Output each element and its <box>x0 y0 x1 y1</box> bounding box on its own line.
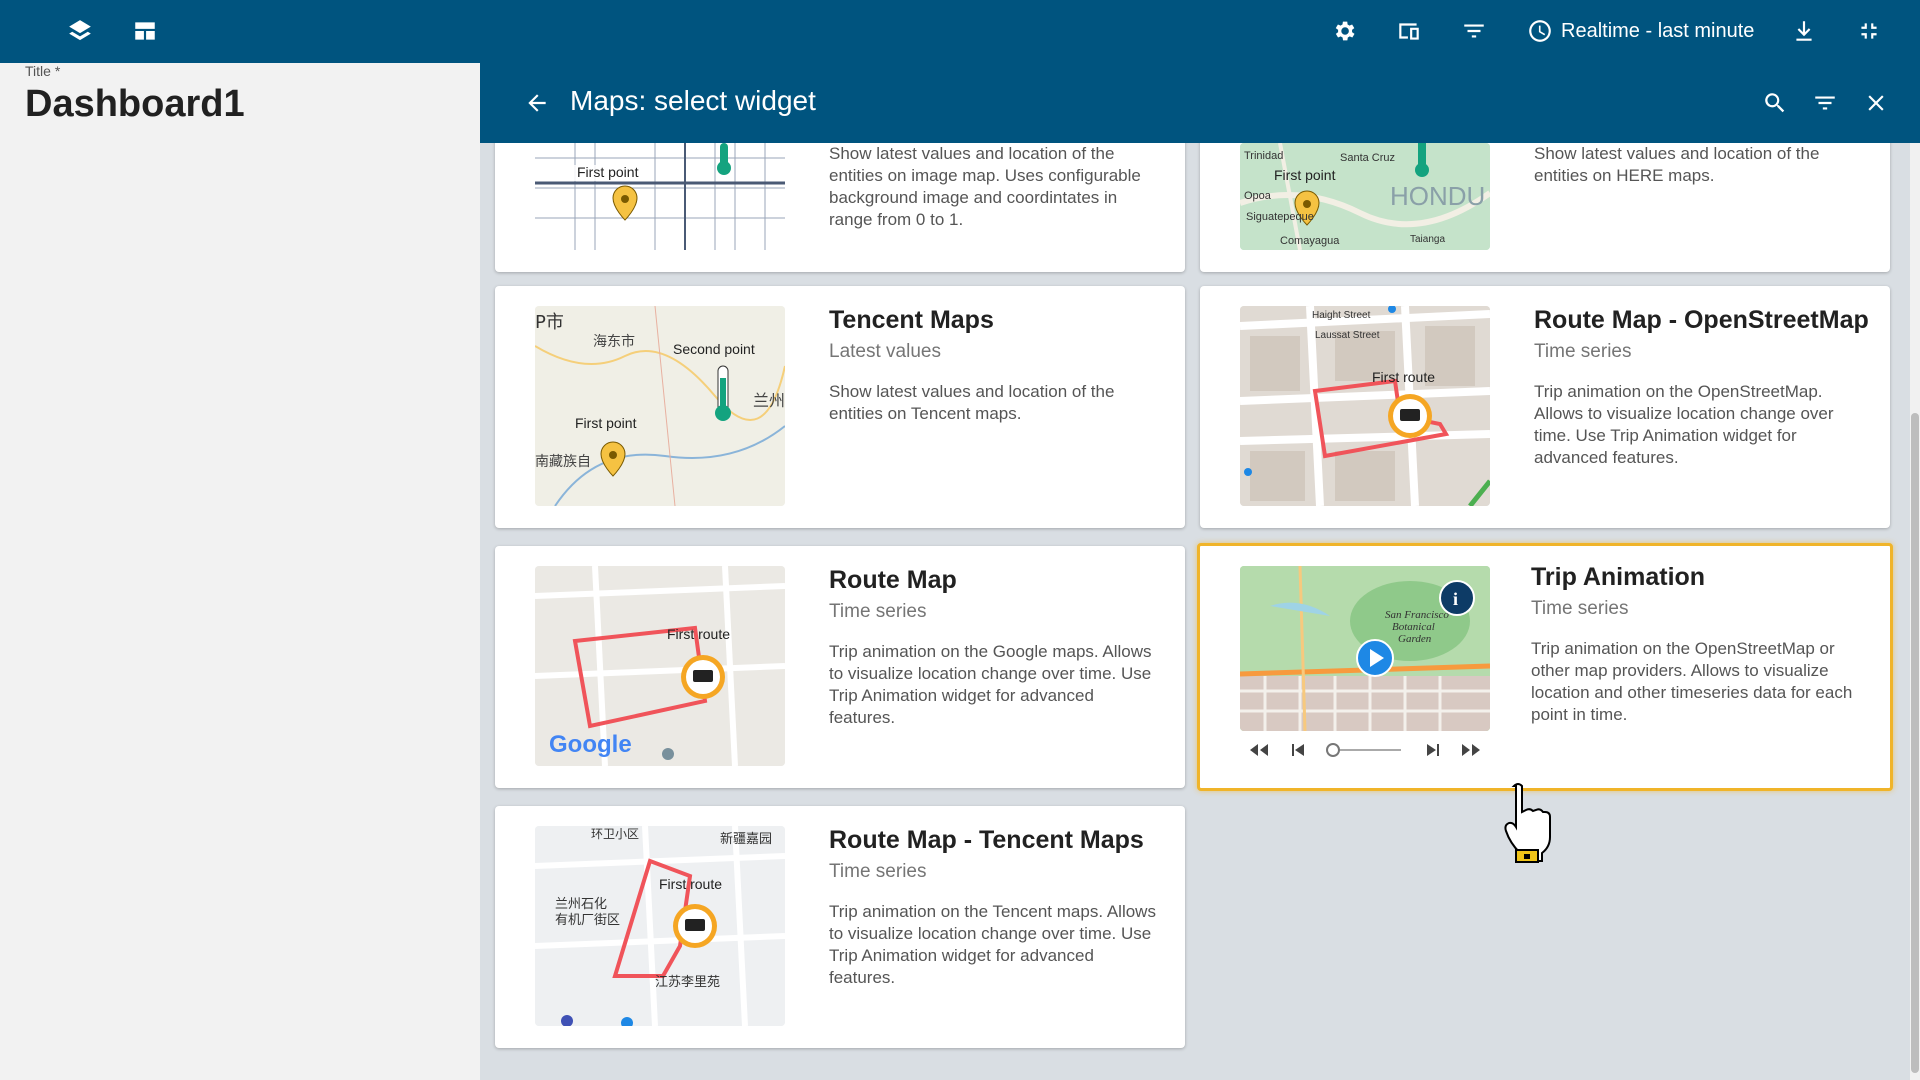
widget-card-route-map-tencent[interactable]: First route 环卫小区 新疆嘉园 兰州石化 有机厂街区 江苏李里苑 R… <box>495 806 1185 1048</box>
title-field-label: Title * <box>25 63 61 79</box>
download-icon[interactable] <box>1789 16 1819 46</box>
widget-type: Time series <box>829 861 927 882</box>
widget-card-here-maps[interactable]: First point HONDU Trinidad Santa Cruz Op… <box>1200 143 1890 272</box>
svg-text:First route: First route <box>667 626 730 642</box>
svg-text:Siguatepeque: Siguatepeque <box>1246 211 1314 223</box>
widget-type: Time series <box>1531 598 1629 619</box>
widget-thumbnail: First route Haight Street Laussat Street <box>1240 306 1490 506</box>
hand-cursor-icon <box>1504 783 1551 863</box>
svg-text:环卫小区: 环卫小区 <box>591 827 639 841</box>
svg-text:P市: P市 <box>535 312 564 333</box>
timewindow-label: Realtime - last minute <box>1561 19 1755 42</box>
widget-thumbnail: First point HONDU Trinidad Santa Cruz Op… <box>1240 143 1490 250</box>
widget-thumbnail: First point <box>535 143 785 250</box>
widget-description: Trip animation on the Google maps. Allow… <box>829 642 1152 727</box>
svg-text:Garden: Garden <box>1398 633 1432 645</box>
widget-thumbnail: P市 海东市 Second point 兰州 First point 南藏族自 <box>535 306 785 506</box>
scrollbar-thumb[interactable] <box>1911 413 1919 1073</box>
svg-text:Botanical: Botanical <box>1392 621 1435 633</box>
panel-title: Maps: select widget <box>570 85 816 116</box>
svg-text:兰州: 兰州 <box>753 391 785 410</box>
widget-description: Trip animation on the OpenStreetMap. All… <box>1534 382 1834 467</box>
arrow-back-icon[interactable] <box>522 88 552 118</box>
widget-description: Show latest values and location of the e… <box>829 144 1141 229</box>
widget-name: Route Map <box>829 566 957 594</box>
widget-type: Latest values <box>829 341 941 362</box>
widget-card-route-map-osm[interactable]: First route Haight Street Laussat Street… <box>1200 286 1890 528</box>
widget-description: Trip animation on the OpenStreetMap or o… <box>1531 639 1853 724</box>
svg-text:San Francisco: San Francisco <box>1385 609 1449 621</box>
svg-text:i: i <box>1453 589 1458 609</box>
svg-text:新疆嘉园: 新疆嘉园 <box>720 831 772 847</box>
widget-card-tencent-maps[interactable]: P市 海东市 Second point 兰州 First point 南藏族自 … <box>495 286 1185 528</box>
widget-description: Show latest values and location of the e… <box>1534 144 1820 185</box>
svg-text:First point: First point <box>1274 167 1336 183</box>
fullscreen-exit-icon[interactable] <box>1854 16 1884 46</box>
widget-name: Route Map - Tencent Maps <box>829 826 1144 854</box>
svg-text:First route: First route <box>1372 369 1435 385</box>
svg-text:Second point: Second point <box>673 341 755 357</box>
skip-previous-icon[interactable] <box>1290 742 1306 758</box>
svg-text:Trinidad: Trinidad <box>1244 150 1283 162</box>
widget-name: Tencent Maps <box>829 306 994 334</box>
dashboard-layout-icon[interactable] <box>130 16 160 46</box>
svg-text:Santa Cruz: Santa Cruz <box>1340 152 1395 164</box>
svg-text:First point: First point <box>575 415 637 431</box>
widget-description: Show latest values and location of the e… <box>829 382 1115 423</box>
search-icon[interactable] <box>1760 88 1790 118</box>
widget-thumbnail: First route 环卫小区 新疆嘉园 兰州石化 有机厂街区 江苏李里苑 <box>535 826 785 1026</box>
svg-text:First route: First route <box>659 876 722 892</box>
skip-next-icon[interactable] <box>1425 742 1441 758</box>
svg-text:江苏李里苑: 江苏李里苑 <box>655 974 720 990</box>
svg-text:海东市: 海东市 <box>593 333 635 350</box>
playback-controls <box>1240 736 1490 764</box>
devices-icon[interactable] <box>1394 16 1424 46</box>
svg-text:有机厂街区: 有机厂街区 <box>555 913 620 928</box>
widget-card-image-map[interactable]: First point Show latest values and locat… <box>495 143 1185 272</box>
svg-text:Opoa: Opoa <box>1244 190 1272 202</box>
dashboard-settings-pane: Title * Dashboard1 <box>0 63 480 1080</box>
settings-icon[interactable] <box>1329 16 1359 46</box>
widget-type: Time series <box>1534 341 1632 362</box>
top-toolbar: Realtime - last minute <box>0 0 1920 63</box>
panel-header: Maps: select widget <box>480 63 1920 143</box>
widget-card-route-map[interactable]: First route Google Route Map Time series… <box>495 546 1185 788</box>
svg-text:Taianga: Taianga <box>1410 234 1445 245</box>
widget-description: Trip animation on the Tencent maps. Allo… <box>829 902 1156 987</box>
close-icon[interactable] <box>1861 88 1891 118</box>
widget-type: Time series <box>829 601 927 622</box>
svg-text:Google: Google <box>549 731 632 758</box>
scrollbar[interactable] <box>1910 143 1920 1080</box>
timewindow-button[interactable]: Realtime - last minute <box>1527 16 1754 46</box>
fast-forward-icon[interactable] <box>1460 742 1482 758</box>
title-field-value[interactable]: Dashboard1 <box>25 83 245 126</box>
widget-thumbnail: First route Google <box>535 566 785 766</box>
svg-text:兰州石化: 兰州石化 <box>555 897 607 912</box>
svg-text:Comayagua: Comayagua <box>1280 235 1340 247</box>
timeline-slider[interactable] <box>1325 742 1405 758</box>
clock-icon <box>1529 20 1551 42</box>
widget-name: Trip Animation <box>1531 563 1706 591</box>
widget-thumbnail: San Francisco Botanical Garden i <box>1240 566 1490 731</box>
fast-rewind-icon[interactable] <box>1248 742 1270 758</box>
svg-text:Haight Street: Haight Street <box>1312 310 1371 321</box>
widget-name: Route Map - OpenStreetMap <box>1534 306 1869 334</box>
widget-select-panel: Maps: select widget First point Show lat… <box>480 63 1920 1080</box>
filter-icon[interactable] <box>1810 88 1840 118</box>
widget-list[interactable]: First point Show latest values and locat… <box>480 143 1920 1080</box>
svg-text:Laussat Street: Laussat Street <box>1315 330 1380 341</box>
widget-card-trip-animation[interactable]: San Francisco Botanical Garden i Trip An… <box>1197 543 1893 791</box>
map-label: First point <box>577 164 639 180</box>
filter-icon[interactable] <box>1459 16 1489 46</box>
layers-icon[interactable] <box>65 16 95 46</box>
svg-text:HONDU: HONDU <box>1390 181 1485 211</box>
svg-text:南藏族自: 南藏族自 <box>535 454 591 470</box>
